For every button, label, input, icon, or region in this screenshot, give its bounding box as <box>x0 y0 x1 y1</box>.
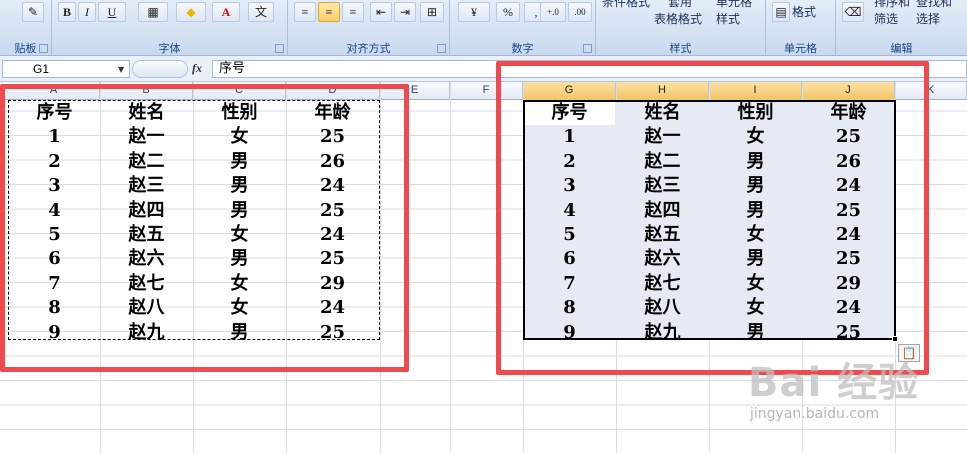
editing-group: ⌫ 排序和 筛选 查找和 选择 编辑 <box>836 0 967 56</box>
styles-group-label: 样式 <box>669 42 692 55</box>
sort-filter-button[interactable]: 筛选 <box>874 10 898 27</box>
phonetic-icon[interactable]: 文 <box>248 2 274 22</box>
underline-button[interactable]: U <box>98 2 126 22</box>
ribbon: ✎ 贴板 B I U ▦ ◆ A 文 字体 ≡ ≡ ≡ ⇤ ⇥ ⊞ 对齐方式 ¥… <box>0 0 967 56</box>
align-right-icon[interactable]: ≡ <box>342 2 364 22</box>
number-launcher-icon[interactable] <box>583 44 592 53</box>
find-select-top: 查找和 <box>916 0 953 9</box>
format-button[interactable]: 格式 <box>792 3 816 20</box>
font-color-icon[interactable]: A <box>212 2 240 22</box>
table-format-button[interactable]: 表格格式 <box>654 10 702 27</box>
table-format-top: 套用 <box>668 0 693 9</box>
merge-center-icon[interactable]: ⊞ <box>420 2 444 22</box>
italic-button[interactable]: I <box>78 2 96 22</box>
clear-icon[interactable]: ⌫ <box>842 2 864 22</box>
align-left-icon[interactable]: ≡ <box>294 2 316 22</box>
name-box[interactable]: G1 <box>2 60 130 78</box>
cell-style-button[interactable]: 样式 <box>716 10 740 27</box>
watermark-url: jingyan.baidu.com <box>750 406 880 422</box>
clipboard-launcher-icon[interactable] <box>39 44 48 53</box>
grid-line <box>450 82 451 453</box>
left-highlight-box <box>0 84 409 372</box>
increase-indent-icon[interactable]: ⇥ <box>394 2 416 22</box>
number-group-label: 数字 <box>511 42 534 55</box>
font-launcher-icon[interactable] <box>275 44 284 53</box>
decrease-decimal-button[interactable]: .00 <box>568 2 592 22</box>
font-group-label: 字体 <box>158 42 181 55</box>
fill-color-icon[interactable]: ◆ <box>176 2 206 22</box>
cells-group-label: 单元格 <box>784 42 817 55</box>
decrease-indent-icon[interactable]: ⇤ <box>370 2 392 22</box>
format-cells-icon[interactable]: ▤ <box>772 2 790 22</box>
editing-group-label: 编辑 <box>890 42 913 55</box>
baidu-watermark: Bai 经验 jingyan.baidu.com <box>748 350 963 430</box>
cell-style-top: 单元格 <box>716 0 753 9</box>
increase-decimal-button[interactable]: +.0 <box>540 2 566 22</box>
alignment-launcher-icon[interactable] <box>437 44 446 53</box>
conditional-format-button[interactable]: 条件格式 <box>602 0 650 10</box>
styles-group: 条件格式 套用 表格格式 单元格 样式 样式 <box>596 0 766 56</box>
alignment-group: ≡ ≡ ≡ ⇤ ⇥ ⊞ 对齐方式 <box>288 0 450 56</box>
formula-bar-splitter[interactable] <box>132 60 188 78</box>
bold-button[interactable]: B <box>58 2 76 22</box>
border-icon[interactable]: ▦ <box>138 2 168 22</box>
percent-button[interactable]: % <box>496 2 520 22</box>
sort-filter-top: 排序和 <box>874 0 911 9</box>
watermark-logo: Bai 经验 <box>748 360 920 406</box>
insert-function-icon[interactable]: fx <box>192 61 202 76</box>
find-select-button[interactable]: 选择 <box>916 10 940 27</box>
format-painter-icon[interactable]: ✎ <box>22 2 44 22</box>
align-center-icon[interactable]: ≡ <box>318 2 340 22</box>
number-group: ¥ % , +.0 .00 数字 <box>450 0 596 56</box>
right-highlight-box <box>496 61 929 375</box>
chevron-down-icon[interactable]: ▼ <box>118 65 124 74</box>
alignment-group-label: 对齐方式 <box>346 42 391 55</box>
clipboard-group: ✎ 贴板 <box>0 0 52 56</box>
cells-group: ▤ 格式 单元格 <box>766 0 836 56</box>
currency-icon[interactable]: ¥ <box>458 2 490 22</box>
font-group: B I U ▦ ◆ A 文 字体 <box>52 0 288 56</box>
